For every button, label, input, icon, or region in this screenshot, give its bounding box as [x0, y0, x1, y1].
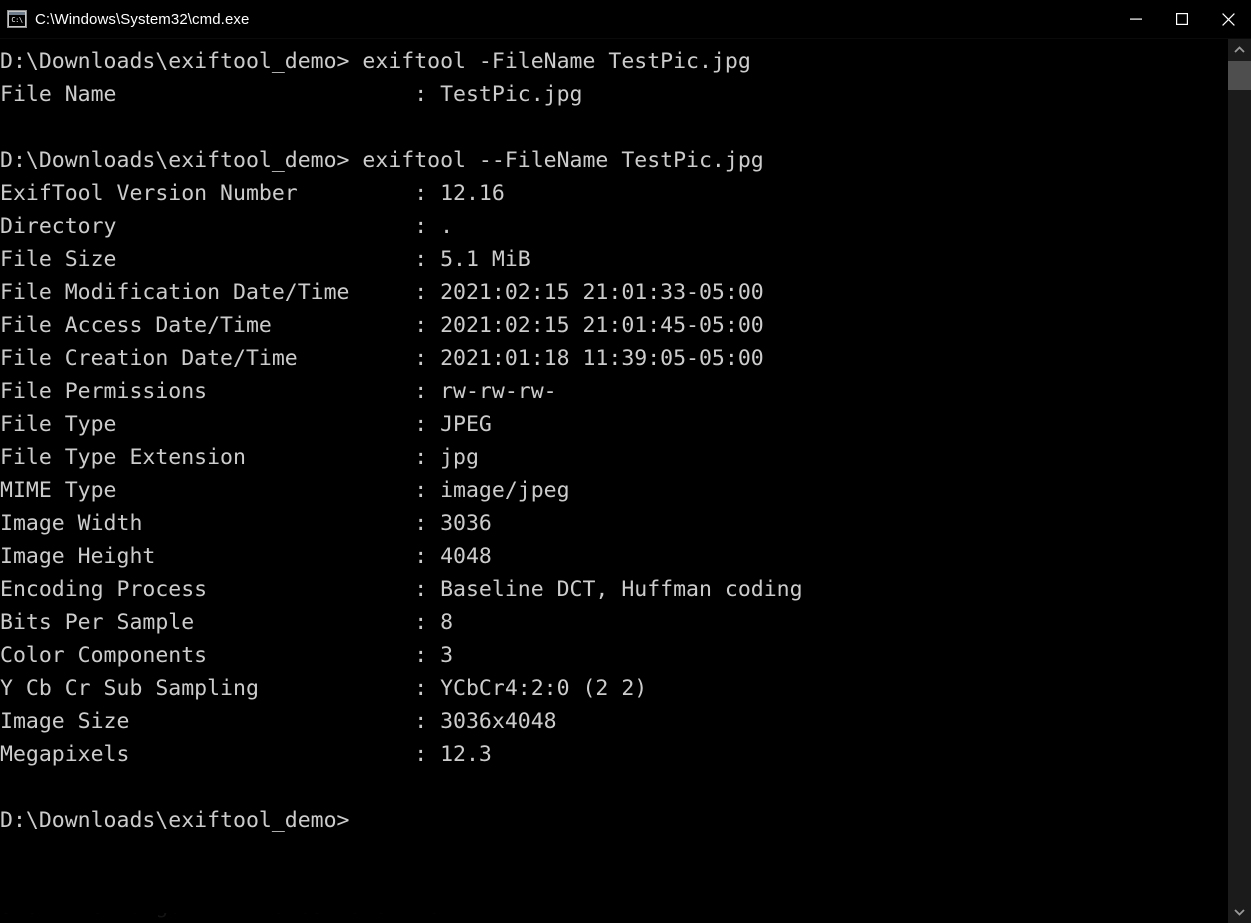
- terminal-command-line: D:\Downloads\exiftool_demo> exiftool --F…: [0, 148, 764, 173]
- terminal-metadata-row: MIME Type : image/jpeg: [0, 478, 570, 503]
- terminal-metadata-row: Y Cb Cr Sub Sampling : YCbCr4:2:0 (2 2): [0, 676, 648, 701]
- terminal-output[interactable]: D:\Downloads\exiftool_demo> exiftool -Fi…: [0, 39, 1228, 923]
- terminal-command-line: D:\Downloads\exiftool_demo>: [0, 808, 350, 833]
- title-bar-left: C:\Windows\System32\cmd.exe: [0, 10, 249, 28]
- window-title: C:\Windows\System32\cmd.exe: [35, 10, 250, 28]
- terminal-metadata-row: Image Height : 4048: [0, 544, 492, 569]
- title-bar[interactable]: C:\Windows\System32\cmd.exe: [0, 0, 1251, 39]
- terminal-metadata-row: File Modification Date/Time : 2021:02:15…: [0, 280, 764, 305]
- clipped-bottom-text-value: Show the target in the commandline: [0, 913, 440, 923]
- terminal-metadata-row: File Access Date/Time : 2021:02:15 21:01…: [0, 313, 764, 338]
- cmd-window: C:\Windows\System32\cmd.exe D:\: [0, 0, 1251, 923]
- terminal-metadata-row: Megapixels : 12.3: [0, 742, 492, 767]
- terminal-metadata-row: Directory : .: [0, 214, 454, 239]
- scrollbar-track[interactable]: [1228, 61, 1251, 901]
- window-controls: [1113, 0, 1251, 38]
- terminal-metadata-row: Image Width : 3036: [0, 511, 492, 536]
- terminal-metadata-row: Color Components : 3: [0, 643, 454, 668]
- minimize-button[interactable]: [1113, 0, 1159, 38]
- scroll-down-arrow[interactable]: [1228, 901, 1251, 923]
- terminal-metadata-row: File Type Extension : jpg: [0, 445, 479, 470]
- close-button[interactable]: [1205, 0, 1251, 38]
- terminal-metadata-row: File Type : JPEG: [0, 412, 492, 437]
- cmd-console-icon: [7, 10, 27, 28]
- terminal-command-line: D:\Downloads\exiftool_demo> exiftool -Fi…: [0, 49, 751, 74]
- terminal-metadata-row: Image Size : 3036x4048: [0, 709, 557, 734]
- terminal-metadata-row: File Name : TestPic.jpg: [0, 82, 583, 107]
- terminal-metadata-row: Bits Per Sample : 8: [0, 610, 454, 635]
- vertical-scrollbar[interactable]: [1228, 39, 1251, 923]
- terminal-metadata-row: File Size : 5.1 MiB: [0, 247, 531, 272]
- console-area: D:\Downloads\exiftool_demo> exiftool -Fi…: [0, 39, 1251, 923]
- scrollbar-thumb[interactable]: [1228, 61, 1251, 90]
- terminal-metadata-row: Encoding Process : Baseline DCT, Huffman…: [0, 577, 803, 602]
- terminal-metadata-row: File Creation Date/Time : 2021:01:18 11:…: [0, 346, 764, 371]
- scroll-up-arrow[interactable]: [1228, 39, 1251, 61]
- terminal-metadata-row: File Permissions : rw-rw-rw-: [0, 379, 557, 404]
- terminal-metadata-row: ExifTool Version Number : 12.16: [0, 181, 505, 206]
- clipped-bottom-text: Show the target in the commandline: [0, 913, 1228, 923]
- maximize-button[interactable]: [1159, 0, 1205, 38]
